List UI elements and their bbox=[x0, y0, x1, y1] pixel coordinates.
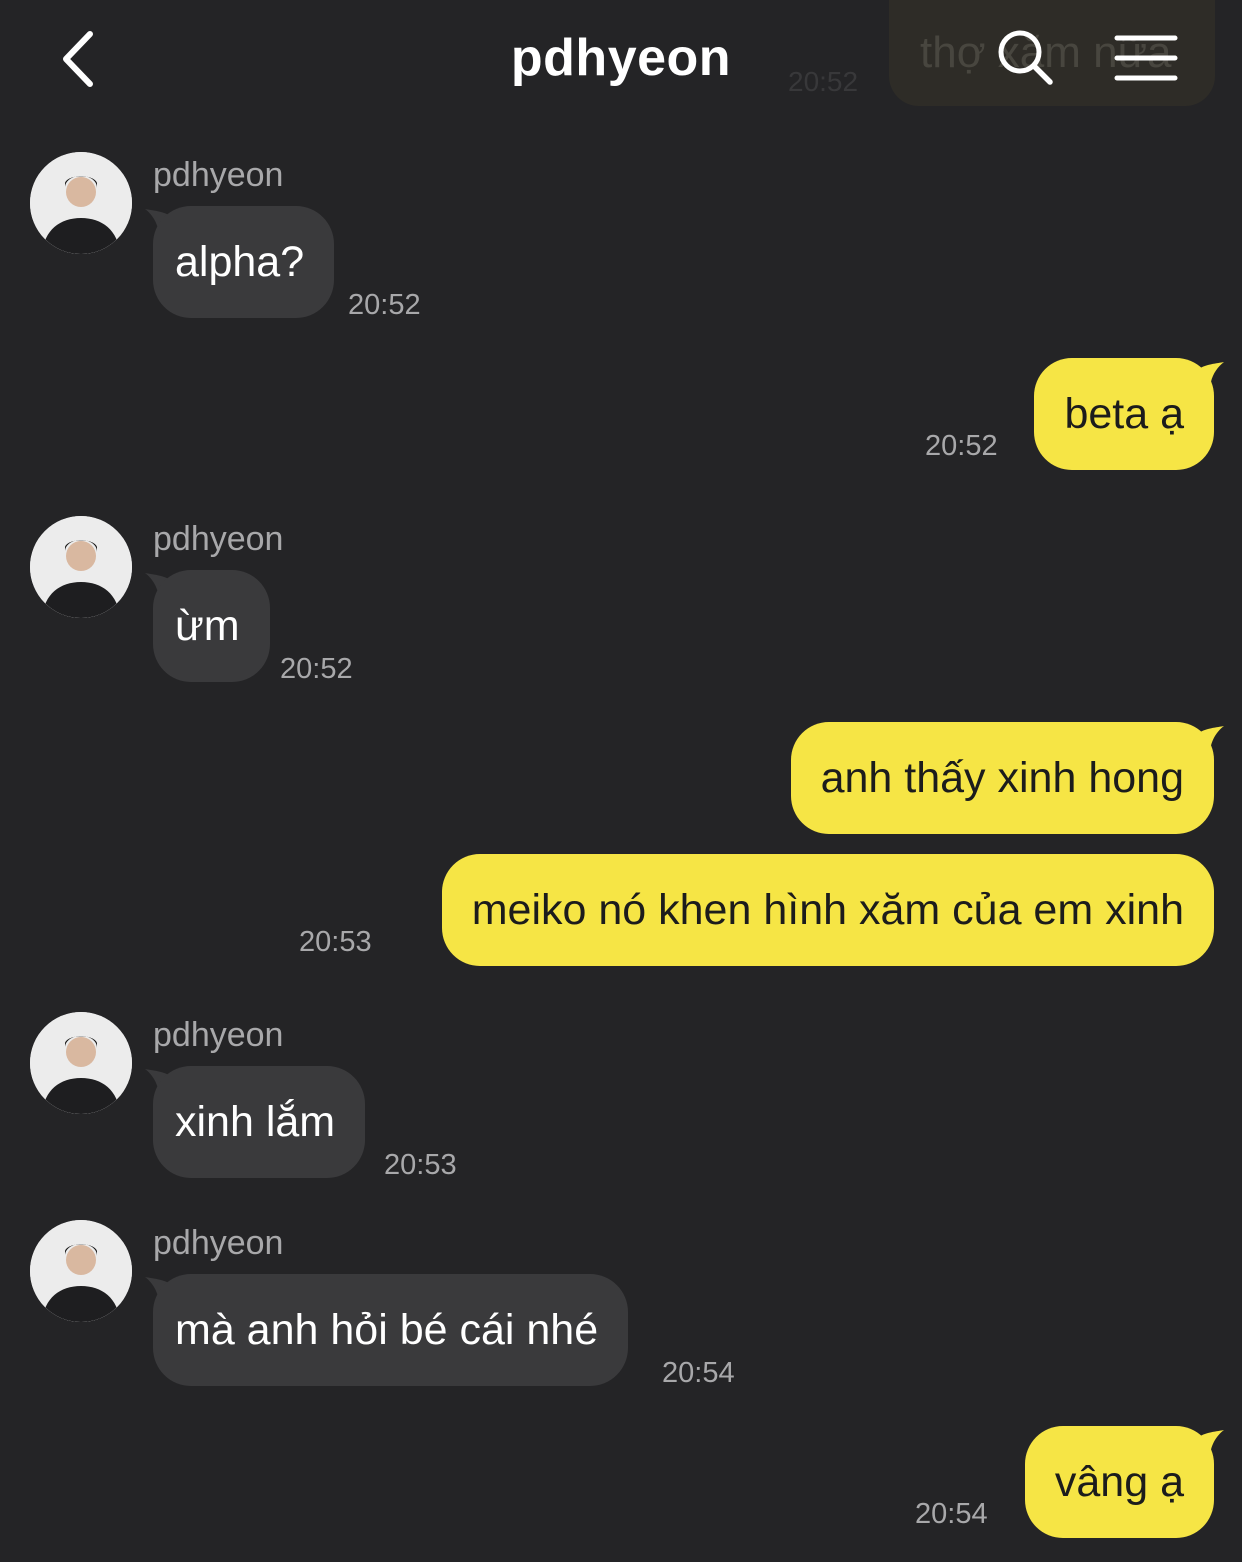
avatar[interactable] bbox=[30, 1220, 132, 1322]
message-sender: pdhyeon bbox=[153, 1016, 284, 1054]
avatar-image bbox=[30, 1012, 132, 1114]
menu-button[interactable] bbox=[1114, 34, 1178, 82]
message-bubble[interactable]: mà anh hỏi bé cái nhé bbox=[153, 1274, 629, 1386]
message-bubble[interactable]: ừm bbox=[153, 570, 270, 682]
message-time: 20:54 bbox=[662, 1357, 735, 1389]
message-sender: pdhyeon bbox=[153, 156, 284, 194]
message-bubble[interactable]: anh thấy xinh hong bbox=[790, 722, 1214, 834]
message-bubble[interactable]: meiko nó khen hình xăm của em xinh bbox=[441, 854, 1214, 966]
avatar-image bbox=[30, 1220, 132, 1322]
chat-header: 20:52 thợ xăm nữa pdhyeon bbox=[0, 0, 1242, 120]
message-time: 20:53 bbox=[299, 926, 372, 958]
message-time: 20:52 bbox=[348, 289, 421, 321]
avatar-image bbox=[30, 516, 132, 618]
avatar[interactable] bbox=[30, 1012, 132, 1114]
avatar[interactable] bbox=[30, 152, 132, 254]
message-time: 20:52 bbox=[280, 653, 353, 685]
avatar[interactable] bbox=[30, 516, 132, 618]
message-time: 20:54 bbox=[915, 1498, 988, 1530]
search-button[interactable] bbox=[996, 28, 1056, 88]
message-time: 20:52 bbox=[925, 430, 998, 462]
message-bubble[interactable]: xinh lắm bbox=[153, 1066, 366, 1178]
search-icon bbox=[998, 30, 1053, 85]
message-sender: pdhyeon bbox=[153, 1224, 284, 1262]
menu-icon bbox=[1114, 35, 1178, 81]
message-bubble[interactable]: beta ạ bbox=[1034, 358, 1214, 470]
message-sender: pdhyeon bbox=[153, 520, 284, 558]
avatar-image bbox=[30, 152, 132, 254]
message-time: 20:53 bbox=[384, 1149, 457, 1181]
message-bubble[interactable]: vâng ạ bbox=[1024, 1426, 1214, 1538]
message-bubble[interactable]: alpha? bbox=[153, 206, 335, 318]
